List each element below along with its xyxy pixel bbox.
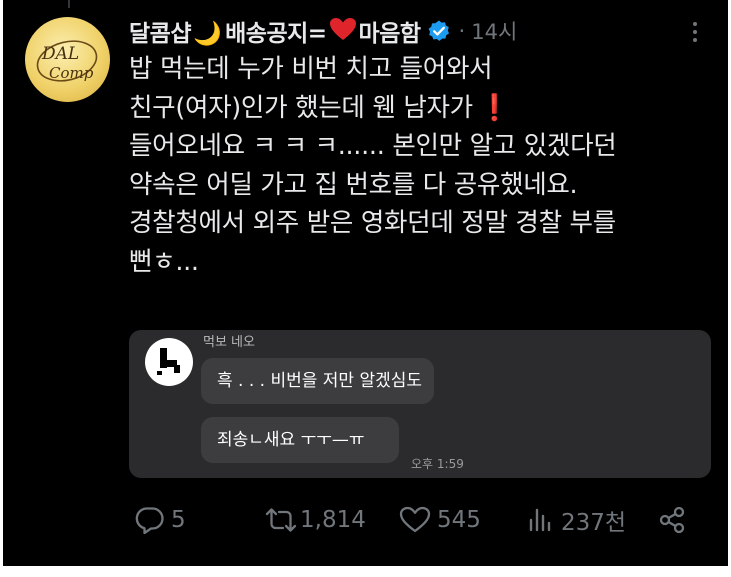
display-name-text: 달콤샵 xyxy=(129,21,191,47)
body-line: 들어오네요 ㅋ ㅋ ㅋ...... 본인만 알고 있겠다던 xyxy=(129,131,617,161)
like-button[interactable]: 545 xyxy=(399,498,481,542)
display-name-middle: 배송공지= xyxy=(225,21,327,47)
thread-line xyxy=(68,0,70,8)
avatar-text-1: DAL xyxy=(41,44,79,64)
chat-bubble-1: 흑 . . . 비번을 저만 알겠심도 xyxy=(201,358,434,404)
body-line: 뻔ㅎ... xyxy=(129,246,199,277)
moon-emoji: 🌙 xyxy=(192,21,222,47)
exclamation-emoji: ❗ xyxy=(478,92,511,123)
share-icon xyxy=(657,505,687,535)
avatar[interactable]: DAL Comp xyxy=(25,17,110,102)
reply-count: 5 xyxy=(171,507,186,533)
body-line: 친구(여자)인가 했는데 웬 남자가 xyxy=(129,92,473,123)
heart-icon xyxy=(399,506,431,534)
tweet-header: 달콤샵🌙 배송공지= 마음함 · 14시 xyxy=(129,10,517,52)
body-line: 경찰청에서 외주 받은 영화던데 정말 경찰 부를 xyxy=(129,208,616,238)
avatar-text-2: Comp xyxy=(49,64,94,82)
repost-count: 1,814 xyxy=(300,507,366,533)
repost-icon xyxy=(264,506,298,534)
repost-button[interactable]: 1,814 xyxy=(264,498,366,542)
timestamp[interactable]: 14시 xyxy=(471,16,517,46)
tweet-card: DAL Comp 달콤샵🌙 배송공지= 마음함 · 14시 밥 먹는데 누가 비번 … xyxy=(3,0,728,566)
chat-time: 오후 1:59 xyxy=(411,457,464,471)
chat-avatar xyxy=(145,338,193,386)
body-line-with-icon: 친구(여자)인가 했는데 웬 남자가 ❗ xyxy=(129,89,724,128)
share-button[interactable] xyxy=(657,498,687,542)
body-line: 약속은 어딜 가고 집 번호를 다 공유했네요. xyxy=(129,169,578,200)
action-bar: 5 1,814 545 237천 xyxy=(129,498,719,542)
tweet-body: 밥 먹는데 누가 비번 치고 들어와서 친구(여자)인가 했는데 웬 남자가 ❗ … xyxy=(129,50,724,281)
avatar-logo: DAL Comp xyxy=(36,40,98,82)
reply-button[interactable]: 5 xyxy=(135,498,186,542)
chat-sender-name: 먹보 네오 xyxy=(203,335,255,350)
reply-icon xyxy=(135,506,165,534)
separator-dot: · xyxy=(458,19,466,43)
display-name[interactable]: 달콤샵🌙 배송공지= 마음함 xyxy=(129,14,421,48)
like-count: 545 xyxy=(437,507,481,533)
display-name-suffix: 마음함 xyxy=(358,21,421,47)
more-options-icon[interactable] xyxy=(683,18,707,44)
chat-bubble-2: 죄송ㄴ새요 ㅜㅜ—ㅠ xyxy=(201,417,399,463)
verified-badge-icon xyxy=(427,19,451,43)
views-chart-icon xyxy=(527,506,555,534)
chat-screenshot-image[interactable]: 먹보 네오 흑 . . . 비번을 저만 알겠심도 죄송ㄴ새요 ㅜㅜ—ㅠ 오후 … xyxy=(129,330,711,478)
views-count: 237천 xyxy=(561,510,627,536)
heart-emoji xyxy=(329,17,357,47)
views-button[interactable]: 237천 xyxy=(527,498,626,542)
body-line: 밥 먹는데 누가 비번 치고 들어와서 xyxy=(129,54,493,84)
